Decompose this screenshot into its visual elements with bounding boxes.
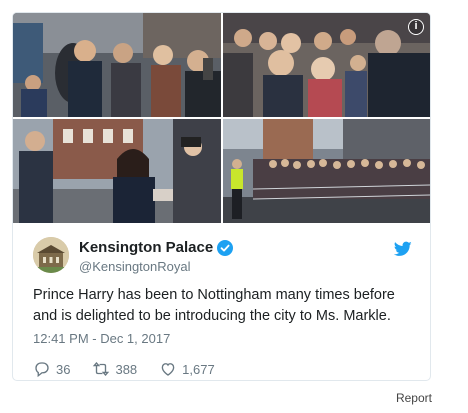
palace-avatar-icon xyxy=(33,237,69,273)
reply-button[interactable]: 36 xyxy=(33,360,70,378)
retweet-button[interactable]: 388 xyxy=(92,360,137,378)
photo-grid: i xyxy=(13,13,430,223)
info-icon[interactable]: i xyxy=(408,19,424,35)
police-barrier-photo xyxy=(223,119,430,223)
tweet-timestamp[interactable]: 12:41 PM - Dec 1, 2017 xyxy=(33,331,412,346)
author-names: Kensington Palace @KensingtonRoyal xyxy=(79,239,234,274)
reply-count: 36 xyxy=(56,361,71,377)
display-name[interactable]: Kensington Palace xyxy=(79,239,213,256)
verified-badge-icon xyxy=(217,239,234,256)
avatar[interactable] xyxy=(33,237,69,273)
retweet-count: 388 xyxy=(115,361,138,377)
greeting-crowd-photo xyxy=(223,13,430,117)
like-button[interactable]: 1,677 xyxy=(159,360,215,378)
tweet-text: Prince Harry has been to Nottingham many… xyxy=(33,287,395,324)
report-link[interactable]: Report xyxy=(396,391,432,405)
crowd-street-photo xyxy=(13,13,221,117)
street-walk-photo xyxy=(13,119,221,223)
tweet-header: Kensington Palace @KensingtonRoyal xyxy=(33,237,412,279)
retweet-icon xyxy=(93,361,110,377)
photo-3[interactable] xyxy=(13,119,221,223)
photo-4[interactable] xyxy=(223,119,430,223)
photo-1[interactable] xyxy=(13,13,221,117)
embedded-tweet-card[interactable]: i Kensington Palace @KensingtonRoyal Pri… xyxy=(12,12,431,381)
tweet-body: Kensington Palace @KensingtonRoyal Princ… xyxy=(13,223,430,380)
photo-2[interactable]: i xyxy=(223,13,430,117)
display-name-row[interactable]: Kensington Palace xyxy=(79,239,234,256)
heart-icon xyxy=(161,363,175,376)
like-count: 1,677 xyxy=(182,361,215,377)
reply-icon xyxy=(35,362,49,378)
tweet-actions: 36 388 1,677 xyxy=(33,360,412,378)
screen-handle[interactable]: @KensingtonRoyal xyxy=(79,259,233,274)
twitter-bird-icon[interactable] xyxy=(394,241,412,257)
